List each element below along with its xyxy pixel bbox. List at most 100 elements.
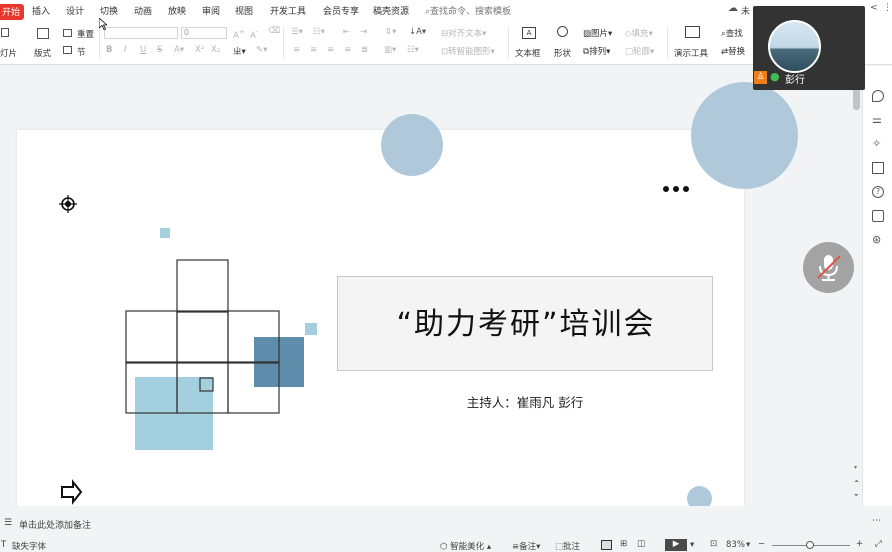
tab-insert[interactable]: 插入 bbox=[32, 4, 50, 17]
tab-home[interactable]: 开始 bbox=[0, 4, 25, 20]
section-icon bbox=[63, 46, 72, 54]
number-list-icon[interactable]: ☷▾ bbox=[313, 27, 325, 37]
design-icon[interactable] bbox=[872, 90, 884, 102]
notes-more-icon[interactable]: ⋯ bbox=[872, 516, 881, 526]
more-menu-icon[interactable]: ⋮ bbox=[883, 3, 892, 13]
font-name-select[interactable] bbox=[104, 27, 178, 39]
textbox-icon[interactable]: A bbox=[522, 27, 536, 39]
reset-button[interactable]: 重置 bbox=[77, 28, 94, 40]
zoom-menu-icon[interactable]: ▾ bbox=[746, 540, 750, 550]
slide[interactable]: “助力考研”培训会 主持人：崔雨凡 彭行 bbox=[17, 130, 744, 506]
new-slide-icon[interactable] bbox=[1, 28, 9, 37]
section-button[interactable]: 节 bbox=[77, 46, 86, 58]
char-spacing-icon[interactable]: ㄓ▾ bbox=[233, 45, 246, 57]
align-center-icon[interactable]: ≡ bbox=[310, 45, 317, 55]
notes-bar[interactable]: ☰ 单击此处添加备注 ⋯ bbox=[0, 514, 881, 532]
highlight-icon[interactable]: ✎▾ bbox=[256, 45, 267, 55]
textbox-button[interactable]: 文本框 bbox=[515, 47, 541, 59]
prev-slide-icon[interactable]: ⏶ bbox=[854, 478, 859, 486]
notes-toggle-icon[interactable]: ☰ bbox=[4, 518, 12, 528]
fit-window-icon[interactable]: ⊡ bbox=[710, 539, 717, 549]
decrease-indent-icon[interactable]: ⇤ bbox=[343, 27, 350, 37]
cloud-sync-icon[interactable]: ☁ bbox=[728, 3, 738, 14]
zoom-slider-handle[interactable] bbox=[806, 541, 814, 549]
justify-icon[interactable]: ≡ bbox=[344, 45, 351, 55]
tab-design[interactable]: 设计 bbox=[66, 4, 84, 17]
comments-button[interactable]: ⬚批注 bbox=[555, 540, 580, 552]
tab-resources[interactable]: 稿壳资源 bbox=[373, 4, 409, 17]
tab-view[interactable]: 视图 bbox=[235, 4, 253, 17]
align-text-button[interactable]: ⊟对齐文本▾ bbox=[441, 27, 486, 39]
reading-view-icon[interactable]: ◫ bbox=[637, 539, 645, 549]
tab-transition[interactable]: 切换 bbox=[100, 4, 118, 17]
find-label: 查找 bbox=[725, 29, 743, 39]
beautify-button[interactable]: ⬡ 智能美化 ▴ bbox=[440, 540, 491, 552]
find-button[interactable]: ⌕查找 bbox=[721, 27, 743, 39]
presenter-tools-icon[interactable] bbox=[685, 26, 700, 38]
distribute-icon[interactable]: ≣ bbox=[361, 45, 368, 55]
backup-icon[interactable] bbox=[872, 210, 884, 222]
bold-icon[interactable]: B bbox=[106, 45, 112, 55]
text-direction-icon[interactable]: ↓A▾ bbox=[409, 27, 426, 37]
outline-button[interactable]: □轮廓▾ bbox=[625, 45, 654, 57]
title-box[interactable]: “助力考研”培训会 bbox=[337, 276, 713, 371]
notes-placeholder[interactable]: 单击此处添加备注 bbox=[19, 518, 91, 531]
tab-developer[interactable]: 开发工具 bbox=[270, 4, 306, 17]
increase-indent-icon[interactable]: ⇥ bbox=[360, 27, 367, 37]
tab-slideshow[interactable]: 放映 bbox=[168, 4, 186, 17]
layout-button[interactable]: 版式 bbox=[34, 47, 51, 59]
slide-sorter-icon[interactable]: ⊞ bbox=[620, 539, 627, 549]
bullet-list-icon[interactable]: ☰▾ bbox=[291, 27, 303, 37]
zoom-value[interactable]: 83% bbox=[726, 540, 745, 550]
paragraph-icon[interactable]: ☷▾ bbox=[407, 45, 419, 55]
notes-button[interactable]: ≡备注▾ bbox=[512, 540, 540, 552]
fill-button[interactable]: ◇填充▾ bbox=[625, 27, 653, 39]
font-shrink-icon[interactable]: A- bbox=[250, 27, 258, 41]
replace-button[interactable]: ⇄替换 bbox=[721, 45, 745, 57]
normal-view-icon[interactable] bbox=[601, 540, 612, 550]
missing-font-button[interactable]: 缺失字体 bbox=[12, 540, 46, 552]
subscript-icon[interactable]: X₂ bbox=[211, 45, 220, 55]
tab-animation[interactable]: 动画 bbox=[134, 4, 152, 17]
font-color-icon[interactable]: A▾ bbox=[174, 45, 184, 55]
superscript-icon[interactable]: X² bbox=[195, 45, 204, 55]
shapes-button[interactable]: 形状 bbox=[554, 47, 571, 59]
mute-mic-button[interactable] bbox=[803, 242, 854, 293]
underline-icon[interactable]: U bbox=[140, 45, 146, 55]
line-spacing-icon[interactable]: ⇕▾ bbox=[385, 27, 396, 37]
columns-icon[interactable]: ▥▾ bbox=[384, 45, 396, 55]
strikethrough-icon[interactable]: S bbox=[157, 45, 162, 55]
zoom-out-icon[interactable]: − bbox=[758, 539, 765, 549]
tab-member[interactable]: 会员专享 bbox=[323, 4, 359, 17]
smartart-button[interactable]: ⊡转智能图形▾ bbox=[441, 45, 495, 57]
share-icon[interactable]: < bbox=[870, 3, 878, 13]
layout-icon[interactable] bbox=[37, 28, 49, 39]
location-icon[interactable]: ⊛ bbox=[872, 234, 884, 246]
play-menu-icon[interactable]: ▾ bbox=[690, 540, 694, 550]
align-left-icon[interactable]: ≡ bbox=[293, 45, 300, 55]
align-right-icon[interactable]: ≡ bbox=[327, 45, 334, 55]
zoom-in-icon[interactable]: + bbox=[856, 539, 863, 549]
transition-icon[interactable] bbox=[872, 162, 884, 174]
tab-review[interactable]: 审阅 bbox=[202, 4, 220, 17]
help-icon[interactable]: ? bbox=[872, 186, 884, 198]
animation-icon[interactable]: ✧ bbox=[872, 138, 884, 150]
missing-font-icon: T bbox=[1, 540, 7, 550]
clear-format-icon[interactable]: ⌫ bbox=[268, 26, 280, 36]
play-icon[interactable]: ▶ bbox=[665, 539, 687, 551]
font-grow-icon[interactable]: A+ bbox=[233, 27, 245, 41]
font-size-select[interactable]: 0 bbox=[181, 27, 227, 39]
arrange-button[interactable]: ⧉排列▾ bbox=[583, 45, 610, 57]
presenter-tools-button[interactable]: 演示工具 bbox=[674, 47, 708, 59]
command-search[interactable]: ⌕查找命令、搜索模板 bbox=[425, 4, 511, 17]
italic-icon[interactable]: I bbox=[124, 45, 127, 55]
outline-label: 轮廓 bbox=[633, 47, 651, 57]
properties-icon[interactable]: ⚌ bbox=[872, 114, 884, 126]
new-slide-button[interactable]: 灯片 bbox=[0, 47, 17, 59]
picture-button[interactable]: ▨图片▾ bbox=[583, 27, 612, 39]
next-slide-icon[interactable]: ⏷ bbox=[854, 492, 859, 500]
scroll-down-icon[interactable]: ▾ bbox=[854, 464, 857, 471]
shapes-icon[interactable] bbox=[557, 26, 568, 37]
fit-slide-icon[interactable]: ⤢ bbox=[875, 539, 882, 549]
participant-video[interactable]: ♙ ● 彭行 bbox=[753, 6, 865, 90]
